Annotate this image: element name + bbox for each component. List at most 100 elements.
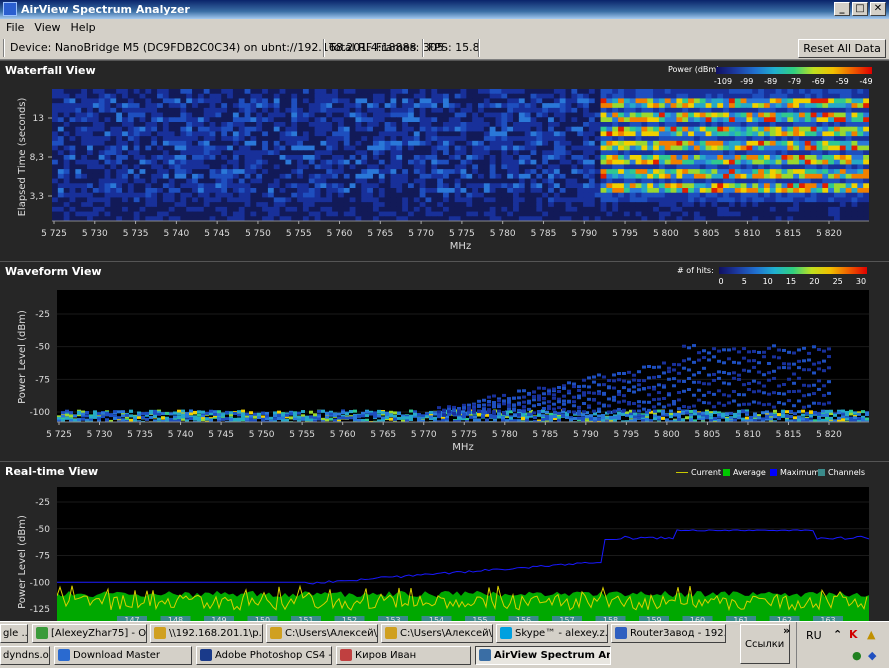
waterfall-cell xyxy=(811,141,817,146)
waterfall-cell xyxy=(851,216,857,221)
waterfall-cell xyxy=(811,89,817,94)
waterfall-cell xyxy=(694,169,700,174)
waterfall-cell xyxy=(408,150,414,155)
waterfall-cell xyxy=(431,113,437,118)
waterfall-cell xyxy=(776,136,782,141)
waterfall-cell xyxy=(355,146,361,151)
waterfall-cell xyxy=(519,164,525,169)
y-tick-label: 3,3 xyxy=(30,192,44,202)
waterfall-cell xyxy=(554,193,560,198)
waterfall-cell xyxy=(776,207,782,212)
waterfall-cell xyxy=(577,183,583,188)
menu-view[interactable]: View xyxy=(28,19,64,34)
waterfall-cell xyxy=(641,174,647,179)
waterfall-cell xyxy=(408,141,414,146)
hits-colorbar xyxy=(719,267,867,274)
waterfall-cell xyxy=(157,113,163,118)
waterfall-cell xyxy=(589,202,595,207)
waterfall-cell xyxy=(711,131,717,136)
waterfall-cell xyxy=(309,216,315,221)
waterfall-cell xyxy=(256,193,262,198)
waterfall-cell xyxy=(122,188,128,193)
close-button[interactable]: ✕ xyxy=(870,2,886,16)
hits-legend-tick: 10 xyxy=(763,277,773,286)
waterfall-cell xyxy=(595,122,601,127)
waterfall-cell xyxy=(221,183,227,188)
hit-cell xyxy=(561,415,565,418)
waterfall-cell xyxy=(816,108,822,113)
hit-cell xyxy=(253,416,257,419)
waterfall-cell xyxy=(87,155,93,160)
waterfall-cell xyxy=(601,216,607,221)
waterfall-cell xyxy=(589,193,595,198)
waterfall-cell xyxy=(110,179,116,184)
waterfall-cell xyxy=(309,146,315,151)
waterfall-cell xyxy=(729,188,735,193)
waterfall-cell xyxy=(601,122,607,127)
waterfall-cell xyxy=(449,174,455,179)
waterfall-cell xyxy=(151,146,157,151)
waterfall-cell xyxy=(338,150,344,155)
waterfall-cell xyxy=(396,131,402,136)
maximize-button[interactable]: □ xyxy=(852,2,868,16)
minimize-button[interactable]: _ xyxy=(834,2,850,16)
waterfall-cell xyxy=(466,131,472,136)
waterfall-cell xyxy=(857,212,863,217)
waterfall-cell xyxy=(274,127,280,132)
waterfall-cell xyxy=(676,98,682,103)
waterfall-cell xyxy=(250,197,256,202)
waterfall-cell xyxy=(145,179,151,184)
waterfall-cell xyxy=(723,207,729,212)
waterfall-cell xyxy=(857,197,863,202)
waterfall-cell xyxy=(52,117,58,122)
waterfall-cell xyxy=(630,141,636,146)
hit-cell xyxy=(165,412,169,415)
waterfall-cell xyxy=(601,207,607,212)
waterfall-cell xyxy=(291,202,297,207)
waterfall-cell xyxy=(122,136,128,141)
waterfall-cell xyxy=(694,103,700,108)
waterfall-cell xyxy=(227,98,233,103)
waterfall-cell xyxy=(437,89,443,94)
hit-cell xyxy=(249,411,253,414)
waterfall-cell xyxy=(93,216,99,221)
waterfall-cell xyxy=(396,117,402,122)
waterfall-cell xyxy=(764,197,770,202)
waterfall-cell xyxy=(128,98,134,103)
waterfall-cell xyxy=(128,183,134,188)
waterfall-cell xyxy=(105,98,111,103)
waterfall-cell xyxy=(846,131,852,136)
waterfall-cell xyxy=(385,89,391,94)
waterfall-cell xyxy=(350,193,356,198)
waterfall-cell xyxy=(274,141,280,146)
menu-file[interactable]: File xyxy=(0,19,28,34)
waterfall-cell xyxy=(291,89,297,94)
waterfall-cell xyxy=(420,160,426,165)
waterfall-cell xyxy=(834,202,840,207)
waterfall-cell xyxy=(612,113,618,118)
waterfall-cell xyxy=(484,122,490,127)
waterfall-cell xyxy=(618,193,624,198)
waterfall-cell xyxy=(671,179,677,184)
waterfall-cell xyxy=(239,146,245,151)
waterfall-cell xyxy=(455,98,461,103)
waterfall-cell xyxy=(781,174,787,179)
waterfall-cell xyxy=(180,117,186,122)
waterfall-cell xyxy=(332,122,338,127)
waterfall-cell xyxy=(75,216,81,221)
x-tick-label: 5 800 xyxy=(653,229,679,239)
waterfall-cell xyxy=(758,141,764,146)
reset-all-data-button[interactable]: Reset All Data xyxy=(798,39,886,58)
waterfall-cell xyxy=(746,202,752,207)
waterfall-cell xyxy=(466,117,472,122)
waterfall-cell xyxy=(519,141,525,146)
menu-help[interactable]: Help xyxy=(65,19,100,34)
waterfall-cell xyxy=(857,113,863,118)
waterfall-cell xyxy=(793,216,799,221)
waterfall-cell xyxy=(746,108,752,113)
waterfall-cell xyxy=(577,179,583,184)
waterfall-cell xyxy=(846,141,852,146)
hit-cell xyxy=(265,415,269,418)
waterfall-cell xyxy=(636,212,642,217)
waterfall-cell xyxy=(379,117,385,122)
